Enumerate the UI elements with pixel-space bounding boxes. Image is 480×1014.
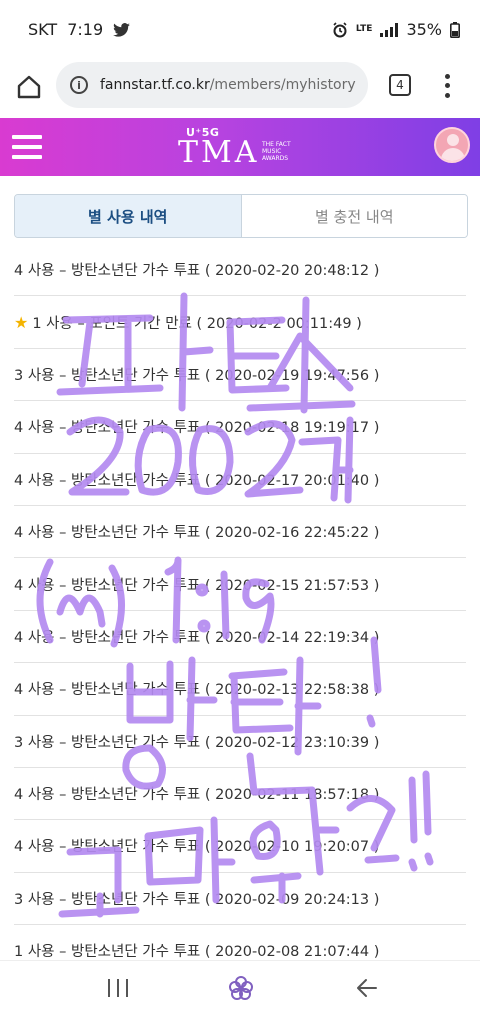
tab-star-charged[interactable]: 별 충전 내역 <box>241 195 467 237</box>
list-item: 3 사용 – 방탄소년단 가수 투표 ( 2020-02-12 23:10:39… <box>14 716 466 768</box>
url-host: fannstar.tf.co.kr <box>100 77 210 93</box>
back-arrow-icon[interactable] <box>356 977 378 999</box>
history-entry-text: 4 사용 – 방탄소년단 가수 투표 ( 2020-02-18 19:19:17… <box>14 420 380 437</box>
list-item: 3 사용 – 방탄소년단 가수 투표 ( 2020-02-19 19:47:56… <box>14 349 466 402</box>
history-entry-text: 4 사용 – 방탄소년단 가수 투표 ( 2020-02-14 22:19:34… <box>14 629 380 646</box>
network-type: LTE <box>355 24 373 34</box>
list-item: 4 사용 – 방탄소년단 가수 투표 ( 2020-02-11 18:57:18… <box>14 768 466 821</box>
history-entry-text: 3 사용 – 방탄소년단 가수 투표 ( 2020-02-19 19:47:56… <box>14 367 380 384</box>
history-entry-text: 3 사용 – 방탄소년단 가수 투표 ( 2020-02-09 20:24:13… <box>14 891 380 908</box>
history-list: 4 사용 – 방탄소년단 가수 투표 ( 2020-02-20 20:48:12… <box>0 244 480 978</box>
history-entry-text: 1 사용 – 방탄소년단 가수 투표 ( 2020-02-08 21:07:44… <box>14 944 380 961</box>
address-bar[interactable]: i fannstar.tf.co.kr/members/myhistory <box>56 62 368 108</box>
logo-text: TMA <box>178 135 260 170</box>
avatar[interactable] <box>434 127 470 163</box>
system-nav-bar <box>0 960 480 1014</box>
home-icon[interactable] <box>16 74 42 100</box>
list-item: 4 사용 – 방탄소년단 가수 투표 ( 2020-02-20 20:48:12… <box>14 244 466 297</box>
history-entry-text: 4 사용 – 방탄소년단 가수 투표 ( 2020-02-16 22:45:22… <box>14 525 380 542</box>
history-entry-text: 4 사용 – 방탄소년단 가수 투표 ( 2020-02-15 21:57:53… <box>14 577 380 594</box>
hamburger-menu-icon[interactable] <box>12 135 42 159</box>
recent-apps-icon[interactable] <box>108 979 128 997</box>
history-entry-text: 4 사용 – 방탄소년단 가수 투표 ( 2020-02-11 18:57:18… <box>14 787 380 804</box>
info-icon[interactable]: i <box>70 76 88 94</box>
twitter-icon <box>113 22 131 37</box>
home-flower-icon[interactable] <box>228 975 254 1001</box>
history-entry-text: 1 사용 – 포인트 기간 만료 ( 2020-02-2 00:11:49 ) <box>32 315 362 332</box>
tma-logo[interactable]: U⁺5G TMA THE FACT MUSIC AWARDS <box>178 126 308 170</box>
list-item: 4 사용 – 방탄소년단 가수 투표 ( 2020-02-17 20:01:40… <box>14 454 466 506</box>
url-path: /members/myhistory <box>209 77 356 93</box>
tab-star-used[interactable]: 별 사용 내역 <box>15 195 242 237</box>
status-bar: SKT 7:19 LTE 35% <box>0 0 480 62</box>
clock: 7:19 <box>67 20 104 39</box>
star-icon: ★ <box>14 312 29 332</box>
list-item: ★ 1 사용 – 포인트 기간 만료 ( 2020-02-2 00:11:49 ) <box>14 296 466 349</box>
site-header: U⁺5G TMA THE FACT MUSIC AWARDS <box>0 118 480 176</box>
carrier-label: SKT <box>28 20 58 39</box>
history-entry-text: 4 사용 – 방탄소년단 가수 투표 ( 2020-02-13 22:58:38… <box>14 682 380 699</box>
browser-toolbar: i fannstar.tf.co.kr/members/myhistory 4 <box>0 62 480 118</box>
history-entry-text: 4 사용 – 방탄소년단 가수 투표 ( 2020-02-20 20:48:12… <box>14 263 380 280</box>
status-left: SKT 7:19 <box>28 20 131 39</box>
list-item: 4 사용 – 방탄소년단 가수 투표 ( 2020-02-10 19:20:07… <box>14 820 466 873</box>
list-item: 4 사용 – 방탄소년단 가수 투표 ( 2020-02-18 19:19:17… <box>14 401 466 454</box>
status-right: LTE 35% <box>332 20 460 39</box>
alarm-icon <box>333 21 347 37</box>
list-item: 4 사용 – 방탄소년단 가수 투표 ( 2020-02-15 21:57:53… <box>14 558 466 611</box>
list-item: 4 사용 – 방탄소년단 가수 투표 ( 2020-02-14 22:19:34… <box>14 611 466 664</box>
list-item: 3 사용 – 방탄소년단 가수 투표 ( 2020-02-09 20:24:13… <box>14 873 466 926</box>
history-entry-text: 3 사용 – 방탄소년단 가수 투표 ( 2020-02-12 23:10:39… <box>14 734 380 751</box>
logo-subtitle: THE FACT MUSIC AWARDS <box>262 141 291 162</box>
battery-percent: 35% <box>406 20 442 39</box>
tab-switcher-button[interactable]: 4 <box>389 74 411 96</box>
list-item: 4 사용 – 방탄소년단 가수 투표 ( 2020-02-13 22:58:38… <box>14 663 466 716</box>
battery-icon <box>450 21 460 38</box>
more-menu-icon[interactable] <box>440 72 454 100</box>
list-item: 4 사용 – 방탄소년단 가수 투표 ( 2020-02-16 22:45:22… <box>14 506 466 559</box>
history-entry-text: 4 사용 – 방탄소년단 가수 투표 ( 2020-02-17 20:01:40… <box>14 472 380 489</box>
history-tabs: 별 사용 내역 별 충전 내역 <box>14 194 468 238</box>
signal-icon <box>380 22 399 37</box>
history-entry-text: 4 사용 – 방탄소년단 가수 투표 ( 2020-02-10 19:20:07… <box>14 839 380 856</box>
